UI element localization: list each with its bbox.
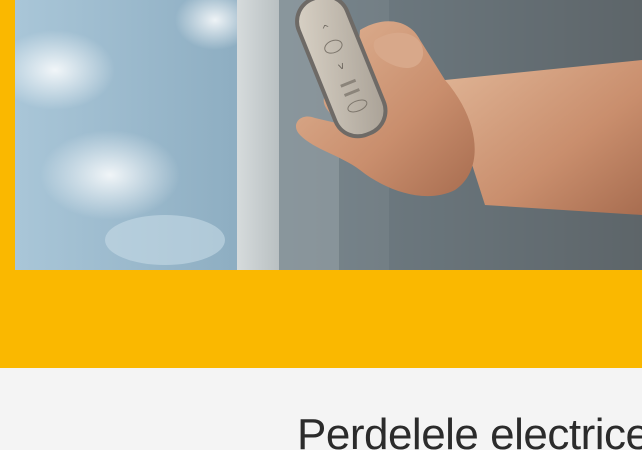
- hero-remote-control-photo: ^ v: [15, 0, 642, 270]
- page: ^ v Perdelele electrice: [0, 0, 642, 450]
- section-heading: Perdelele electrice: [297, 410, 642, 450]
